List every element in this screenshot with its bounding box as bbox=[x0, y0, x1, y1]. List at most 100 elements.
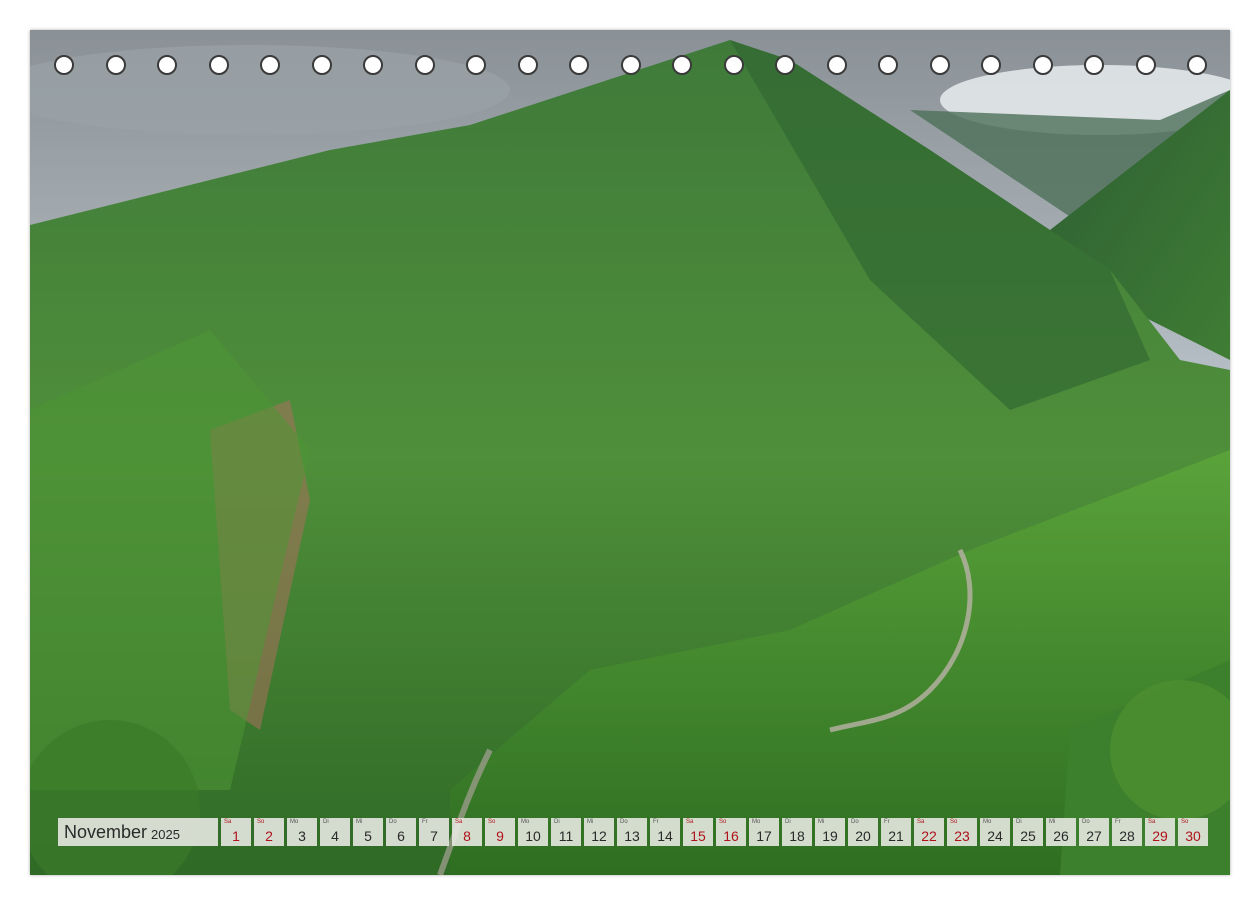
day-cell: Do 13 bbox=[617, 818, 647, 846]
day-cell: Mi 19 bbox=[815, 818, 845, 846]
weekday-label: Fr bbox=[422, 819, 428, 825]
weekday-label: Sa bbox=[455, 819, 463, 825]
day-cell: So 23 bbox=[947, 818, 977, 846]
day-number: 26 bbox=[1053, 828, 1069, 844]
day-cell: Sa 22 bbox=[914, 818, 944, 846]
weekday-label: Di bbox=[323, 819, 329, 825]
binding-hole bbox=[826, 55, 847, 75]
binding-holes bbox=[0, 0, 1260, 75]
day-number: 3 bbox=[298, 828, 306, 844]
day-number: 10 bbox=[525, 828, 541, 844]
day-number: 5 bbox=[364, 828, 372, 844]
binding-hole bbox=[569, 55, 589, 75]
binding-hole bbox=[723, 55, 744, 75]
day-number: 24 bbox=[987, 828, 1003, 844]
binding-hole bbox=[672, 55, 692, 75]
day-number: 12 bbox=[591, 828, 607, 844]
weekday-label: So bbox=[719, 819, 727, 825]
binding-hole bbox=[981, 55, 1001, 75]
binding-hole bbox=[620, 55, 641, 75]
day-cell: Fr 7 bbox=[419, 818, 449, 846]
day-cell: Mi 5 bbox=[353, 818, 383, 846]
day-cell: Do 27 bbox=[1079, 818, 1109, 846]
day-cell: Sa 29 bbox=[1145, 818, 1175, 846]
weekday-label: Mo bbox=[983, 819, 992, 825]
valley-illustration bbox=[30, 30, 1230, 875]
weekday-label: Mo bbox=[752, 819, 761, 825]
weekday-label: Di bbox=[785, 819, 791, 825]
weekday-label: So bbox=[488, 819, 496, 825]
binding-hole bbox=[775, 55, 795, 75]
binding-hole bbox=[157, 55, 177, 75]
day-number: 25 bbox=[1020, 828, 1036, 844]
day-cell: Do 20 bbox=[848, 818, 878, 846]
day-number: 14 bbox=[657, 828, 673, 844]
binding-hole bbox=[208, 55, 229, 75]
day-number: 7 bbox=[430, 828, 438, 844]
day-number: 18 bbox=[789, 828, 805, 844]
day-cell: Fr 21 bbox=[881, 818, 911, 846]
day-cell: Di 4 bbox=[320, 818, 350, 846]
weekday-label: Mi bbox=[356, 819, 363, 825]
day-number: 16 bbox=[723, 828, 739, 844]
weekday-label: Sa bbox=[686, 819, 694, 825]
day-number: 4 bbox=[331, 828, 339, 844]
day-cell: Sa 1 bbox=[221, 818, 251, 846]
day-cell: Di 18 bbox=[782, 818, 812, 846]
weekday-label: Mo bbox=[290, 819, 299, 825]
day-number: 17 bbox=[756, 828, 772, 844]
day-number: 8 bbox=[463, 828, 471, 844]
binding-hole bbox=[466, 55, 486, 75]
binding-hole bbox=[929, 55, 950, 75]
weekday-label: So bbox=[257, 819, 265, 825]
binding-hole bbox=[54, 55, 74, 75]
day-cell: Do 6 bbox=[386, 818, 416, 846]
day-number: 20 bbox=[855, 828, 871, 844]
binding-hole bbox=[363, 55, 383, 75]
day-cell: So 2 bbox=[254, 818, 284, 846]
weekday-label: Mo bbox=[521, 819, 530, 825]
weekday-label: Fr bbox=[653, 819, 659, 825]
day-cell: Mo 17 bbox=[749, 818, 779, 846]
weekday-label: Mi bbox=[818, 819, 825, 825]
day-number: 27 bbox=[1086, 828, 1102, 844]
binding-hole bbox=[1032, 55, 1053, 75]
binding-hole bbox=[517, 55, 538, 75]
day-cell: Sa 8 bbox=[452, 818, 482, 846]
weekday-label: Fr bbox=[884, 819, 890, 825]
day-number: 30 bbox=[1185, 828, 1201, 844]
weekday-label: Do bbox=[389, 819, 397, 825]
binding-hole bbox=[311, 55, 332, 75]
calendar-strip: November 2025 Sa 1 So 2 Mo 3 Di 4 Mi 5 Do 6 Fr 7 Sa 8 So… bbox=[58, 818, 1208, 846]
day-number: 23 bbox=[954, 828, 970, 844]
landscape-photo bbox=[30, 30, 1230, 875]
month-name: November bbox=[64, 821, 148, 842]
binding-hole bbox=[105, 55, 126, 75]
day-cell: Mo 3 bbox=[287, 818, 317, 846]
weekday-label: Di bbox=[554, 819, 560, 825]
day-cell: Di 25 bbox=[1013, 818, 1043, 846]
binding-hole bbox=[1135, 55, 1156, 75]
weekday-label: Do bbox=[1082, 819, 1090, 825]
weekday-label: Do bbox=[620, 819, 628, 825]
binding-hole bbox=[1187, 55, 1207, 75]
day-number: 28 bbox=[1119, 828, 1135, 844]
day-cell: Fr 14 bbox=[650, 818, 680, 846]
weekday-label: So bbox=[950, 819, 958, 825]
day-number: 13 bbox=[624, 828, 640, 844]
day-cell: Di 11 bbox=[551, 818, 581, 846]
day-number: 19 bbox=[822, 828, 838, 844]
day-cell: Mi 12 bbox=[584, 818, 614, 846]
weekday-label: Mi bbox=[1049, 819, 1056, 825]
weekday-label: Sa bbox=[1148, 819, 1156, 825]
binding-hole bbox=[260, 55, 280, 75]
day-number: 22 bbox=[921, 828, 937, 844]
day-number: 2 bbox=[265, 828, 273, 844]
day-number: 1 bbox=[232, 828, 240, 844]
day-cell: Mo 24 bbox=[980, 818, 1010, 846]
weekday-label: Mi bbox=[587, 819, 594, 825]
day-number: 11 bbox=[558, 828, 574, 844]
year: 2025 bbox=[151, 826, 180, 842]
binding-hole bbox=[1084, 55, 1104, 75]
day-cell: Mi 26 bbox=[1046, 818, 1076, 846]
